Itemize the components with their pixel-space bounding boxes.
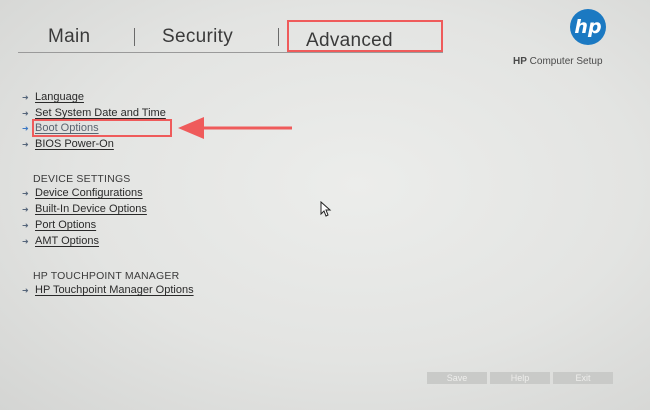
menu-item-label: Language xyxy=(35,91,84,103)
hp-logo: hp xyxy=(570,9,606,45)
menu-arrow-icon: ➜ xyxy=(22,285,29,295)
menu-arrow-icon: ➜ xyxy=(22,139,29,149)
save-button[interactable]: Save xyxy=(427,372,487,384)
tab-divider xyxy=(278,28,279,46)
menu-arrow-icon: ➜ xyxy=(22,204,29,214)
menu-arrow-icon: ➜ xyxy=(22,236,29,246)
help-button[interactable]: Help xyxy=(490,372,550,384)
menu-arrow-icon: ➜ xyxy=(22,92,29,102)
menu-item-built-in-device-options[interactable]: ➜ Built-In Device Options xyxy=(22,203,147,215)
menu-item-label: Built-In Device Options xyxy=(35,203,147,215)
advanced-tab-highlight xyxy=(287,20,443,52)
app-title-rest: Computer Setup xyxy=(526,56,603,67)
app-title: HP Computer Setup xyxy=(513,56,603,67)
menu-item-bios-power-on[interactable]: ➜ BIOS Power-On xyxy=(22,138,114,150)
menu-item-device-configurations[interactable]: ➜ Device Configurations xyxy=(22,187,143,199)
menu-arrow-icon: ➜ xyxy=(22,108,29,118)
menu-item-label: Port Options xyxy=(35,219,97,231)
menu-item-label: Device Configurations xyxy=(35,187,143,199)
tab-security[interactable]: Security xyxy=(162,26,233,48)
menu-item-label: HP Touchpoint Manager Options xyxy=(35,284,194,296)
menu-item-language[interactable]: ➜ Language xyxy=(22,91,84,103)
menu-item-set-system-date-and-time[interactable]: ➜ Set System Date and Time xyxy=(22,107,166,119)
menu-item-port-options[interactable]: ➜ Port Options xyxy=(22,219,96,231)
tab-divider xyxy=(134,28,135,46)
boot-options-highlight xyxy=(32,119,172,137)
menu-arrow-icon: ➜ xyxy=(22,220,29,230)
tab-main[interactable]: Main xyxy=(48,26,90,48)
tab-underline xyxy=(18,52,443,53)
mouse-pointer-icon xyxy=(320,201,332,217)
section-hp-touchpoint-manager: HP TOUCHPOINT MANAGER xyxy=(33,270,180,282)
app-title-brand: HP xyxy=(513,56,527,67)
menu-item-amt-options[interactable]: ➜ AMT Options xyxy=(22,235,99,247)
menu-arrow-icon: ➜ xyxy=(22,188,29,198)
menu-item-label: BIOS Power-On xyxy=(35,138,114,150)
section-device-settings: DEVICE SETTINGS xyxy=(33,173,131,185)
menu-item-label: Set System Date and Time xyxy=(35,107,166,119)
annotation-arrow-icon xyxy=(178,117,292,139)
exit-button[interactable]: Exit xyxy=(553,372,613,384)
menu-item-label: AMT Options xyxy=(35,235,99,247)
menu-item-hp-touchpoint-manager-options[interactable]: ➜ HP Touchpoint Manager Options xyxy=(22,284,194,296)
